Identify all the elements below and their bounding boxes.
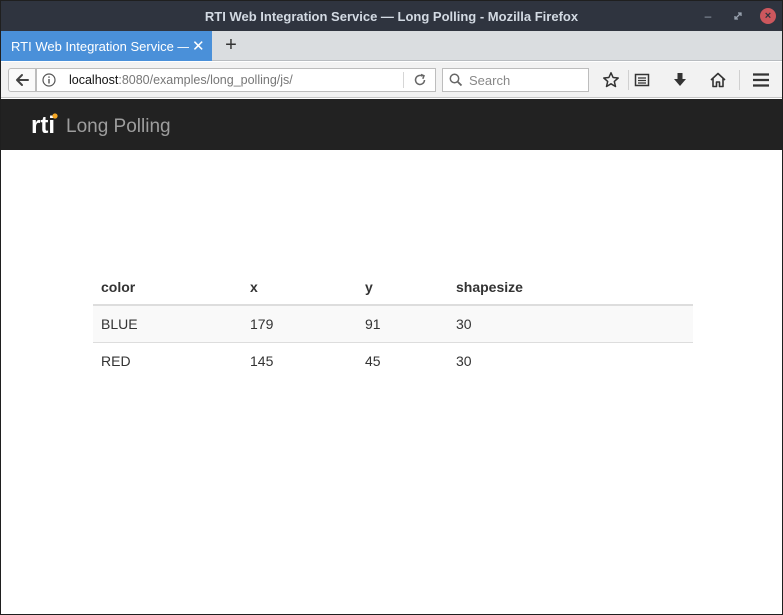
reload-icon[interactable] [412,72,428,88]
tab-label: RTI Web Integration Service — Long Polli… [11,38,189,54]
navigation-toolbar: localhost:8080/examples/long_polling/js/ [1,62,782,98]
url-bar[interactable]: localhost:8080/examples/long_polling/js/ [36,68,436,92]
maximize-button[interactable] [730,8,746,24]
close-window-button[interactable]: × [760,8,776,24]
download-icon[interactable] [670,70,690,90]
column-header-y: y [357,271,448,306]
cell-color: RED [93,341,242,379]
window-controls: – × [700,1,776,31]
url-divider [403,72,404,88]
back-arrow-icon [16,74,29,86]
tab-strip: RTI Web Integration Service — Long Polli… [1,31,782,61]
svg-text:rti: rti [31,112,55,138]
search-box[interactable] [442,68,589,92]
cell-shapesize: 30 [448,341,693,379]
page-content: rti Long Polling color x y shapesize BLU… [1,99,782,614]
app-navbar: rti Long Polling [1,99,782,150]
back-button[interactable] [8,68,36,92]
browser-window: RTI Web Integration Service — Long Polli… [0,0,783,615]
restore-icon [734,12,742,20]
hamburger-menu-icon[interactable] [751,70,771,90]
url-host: localhost [69,73,119,87]
cell-y: 91 [357,304,448,342]
cell-shapesize: 30 [448,304,693,342]
url-path: :8080/examples/long_polling/js/ [118,73,293,87]
info-icon[interactable] [37,73,61,87]
table-row: RED 145 45 30 [93,341,693,379]
shapes-table: color x y shapesize BLUE 179 91 30 RED 1… [93,271,693,379]
title-bar: RTI Web Integration Service — Long Polli… [1,1,782,31]
column-header-x: x [242,271,357,306]
toolbar-divider [628,70,629,90]
rti-logo: rti [31,112,58,138]
window-title: RTI Web Integration Service — Long Polli… [204,8,579,24]
search-icon [449,73,463,87]
column-header-color: color [93,271,242,306]
minimize-button[interactable]: – [700,8,716,24]
toolbar-divider [739,70,740,90]
cell-y: 45 [357,341,448,379]
home-icon[interactable] [708,70,728,90]
tab-close-icon[interactable]: ✕ [192,37,205,55]
column-header-shapesize: shapesize [448,271,693,306]
cell-color: BLUE [93,304,242,342]
search-input[interactable] [469,72,579,88]
new-tab-button[interactable]: + [221,35,241,57]
bookmark-star-icon[interactable] [601,70,621,90]
cell-x: 179 [242,304,357,342]
tab-rti-web-integration[interactable]: RTI Web Integration Service — Long Polli… [1,31,212,61]
app-title: Long Polling [66,116,171,137]
reading-list-icon[interactable] [632,70,652,90]
cell-x: 145 [242,341,357,379]
table-header-row: color x y shapesize [93,271,693,306]
table-row: BLUE 179 91 30 [93,304,693,342]
